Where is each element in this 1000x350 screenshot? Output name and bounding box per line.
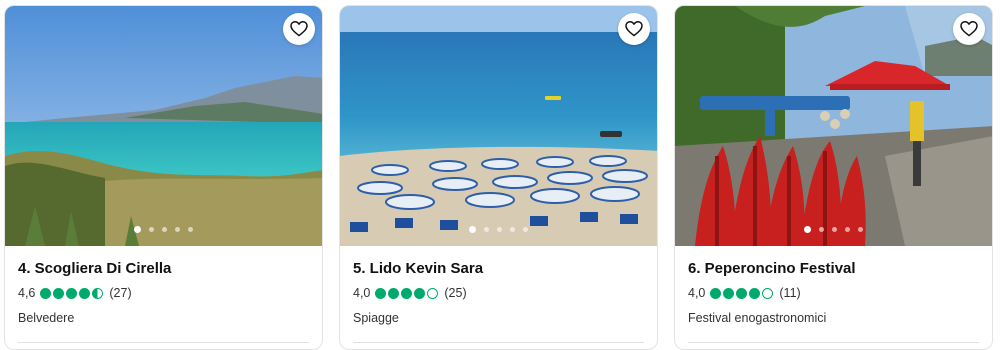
save-favorite-button[interactable] — [618, 13, 650, 45]
carousel-dot[interactable] — [804, 226, 811, 233]
carousel-dot[interactable] — [845, 227, 850, 232]
attraction-category: Festival enogastronomici — [688, 311, 827, 325]
bubble-icon — [762, 287, 774, 299]
attraction-card[interactable]: 6. Peperoncino Festival 4,0 (11) Festiva… — [674, 5, 993, 350]
bubble-icon — [749, 287, 761, 299]
bubble-icon — [427, 287, 439, 299]
carousel-dot[interactable] — [484, 227, 489, 232]
attraction-category: Belvedere — [18, 311, 75, 325]
photo-carousel-indicator[interactable] — [5, 226, 322, 233]
bubble-icon — [79, 287, 91, 299]
bubble-icon — [53, 287, 65, 299]
attraction-title[interactable]: 6. Peperoncino Festival — [688, 260, 979, 278]
bubble-icon — [375, 287, 387, 299]
save-favorite-button[interactable] — [953, 13, 985, 45]
bubble-icon — [723, 287, 735, 299]
bubble-icon — [401, 287, 413, 299]
carousel-dot[interactable] — [523, 227, 528, 232]
carousel-dot[interactable] — [510, 227, 515, 232]
heart-outline-icon — [290, 21, 308, 37]
carousel-dot[interactable] — [188, 227, 193, 232]
bubble-icon — [710, 287, 722, 299]
carousel-dot[interactable] — [149, 227, 154, 232]
attraction-title[interactable]: 5. Lido Kevin Sara — [353, 260, 644, 278]
bubble-icon — [40, 287, 52, 299]
carousel-dot[interactable] — [469, 226, 476, 233]
bubble-icon — [388, 287, 400, 299]
heart-outline-icon — [960, 21, 978, 37]
carousel-dot[interactable] — [175, 227, 180, 232]
rating-bubbles — [375, 287, 439, 299]
attraction-card[interactable]: 5. Lido Kevin Sara 4,0 (25) Spiagge — [339, 5, 658, 350]
carousel-dot[interactable] — [819, 227, 824, 232]
attraction-photo[interactable] — [340, 6, 657, 246]
carousel-dot[interactable] — [832, 227, 837, 232]
attraction-photo[interactable] — [5, 6, 322, 246]
attraction-category: Spiagge — [353, 311, 399, 325]
divider — [688, 342, 979, 343]
bubble-icon — [736, 287, 748, 299]
carousel-dot[interactable] — [858, 227, 863, 232]
bubble-icon — [66, 287, 78, 299]
review-count[interactable]: (27) — [109, 286, 131, 300]
rating-value: 4,0 — [353, 286, 371, 300]
rating-row: 4,0 (25) — [353, 285, 644, 301]
rating-row: 4,6 (27) — [18, 285, 309, 301]
divider — [353, 342, 644, 343]
review-count[interactable]: (11) — [779, 286, 800, 300]
carousel-dot[interactable] — [497, 227, 502, 232]
bubble-icon — [414, 287, 426, 299]
review-count[interactable]: (25) — [444, 286, 466, 300]
rating-row: 4,0 (11) — [688, 285, 979, 301]
rating-value: 4,0 — [688, 286, 706, 300]
photo-carousel-indicator[interactable] — [675, 226, 992, 233]
photo-carousel-indicator[interactable] — [340, 226, 657, 233]
attraction-card[interactable]: 4. Scogliera Di Cirella 4,6 (27) Belvede… — [4, 5, 323, 350]
rating-bubbles — [710, 287, 774, 299]
attraction-title[interactable]: 4. Scogliera Di Cirella — [18, 260, 309, 278]
rating-value: 4,6 — [18, 286, 36, 300]
heart-outline-icon — [625, 21, 643, 37]
bubble-icon — [92, 287, 104, 299]
carousel-dot[interactable] — [134, 226, 141, 233]
divider — [18, 342, 309, 343]
carousel-dot[interactable] — [162, 227, 167, 232]
rating-bubbles — [40, 287, 104, 299]
save-favorite-button[interactable] — [283, 13, 315, 45]
attraction-photo[interactable] — [675, 6, 992, 246]
